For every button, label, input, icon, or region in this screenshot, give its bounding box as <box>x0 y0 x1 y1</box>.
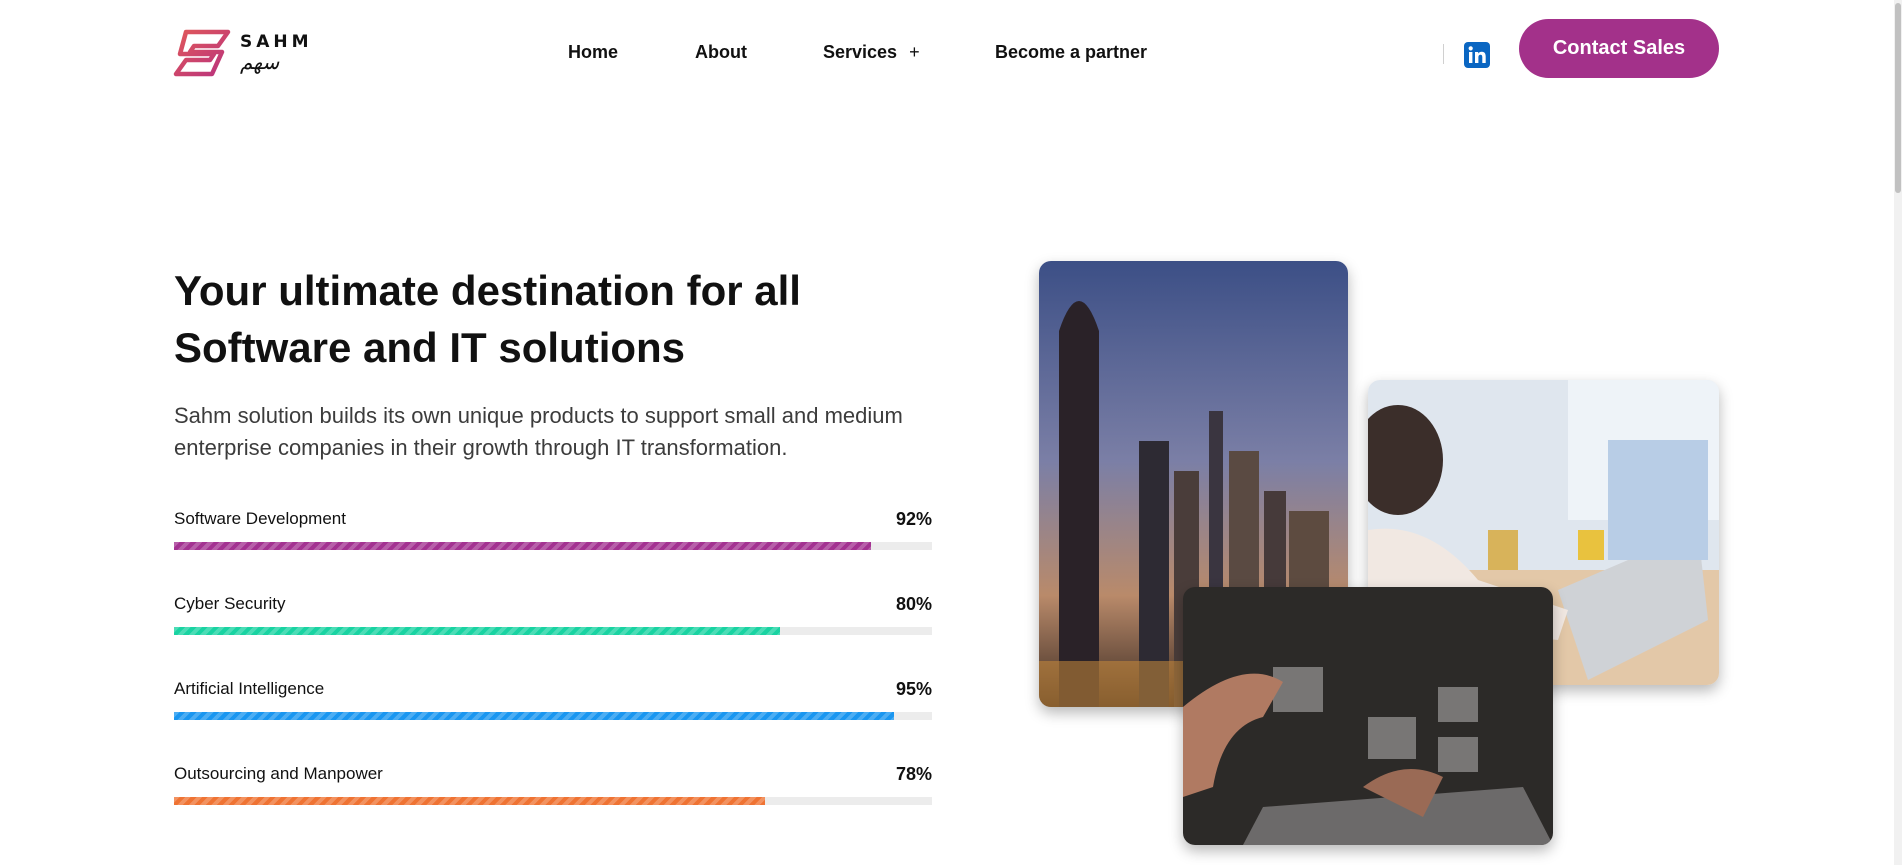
hero-title: Your ultimate destination for all Softwar… <box>174 262 894 376</box>
skill-outsourcing-manpower: Outsourcing and Manpower 78% <box>174 764 932 824</box>
progress-fill <box>174 797 766 805</box>
plus-icon: + <box>909 42 920 62</box>
page-scrollbar[interactable] <box>1894 0 1902 865</box>
progress-fill <box>174 542 872 550</box>
nav-services[interactable]: Services + <box>823 42 920 63</box>
skill-percent: 92% <box>895 509 932 529</box>
skill-label: Software Development <box>174 509 346 528</box>
progress-fill <box>174 712 895 720</box>
skill-cyber-security: Cyber Security 80% <box>174 594 932 654</box>
progress-track <box>174 797 932 805</box>
header-divider <box>1443 44 1444 64</box>
progress-track <box>174 712 932 720</box>
skill-label: Artificial Intelligence <box>174 679 325 698</box>
touchscreen-hand-image <box>1183 587 1553 845</box>
hero-title-line1: Your ultimate destination for all <box>174 267 801 314</box>
skill-percent: 80% <box>895 594 932 614</box>
nav-about[interactable]: About <box>695 42 747 63</box>
nav-services-label: Services <box>823 42 898 62</box>
progress-track <box>174 542 932 550</box>
nav-home[interactable]: Home <box>568 42 618 63</box>
skill-percent: 95% <box>895 679 932 699</box>
skill-software-development: Software Development 92% <box>174 509 932 569</box>
contact-sales-button[interactable]: Contact Sales <box>1519 19 1719 78</box>
skill-label: Cyber Security <box>174 594 286 613</box>
skill-artificial-intelligence: Artificial Intelligence 95% <box>174 679 932 739</box>
progress-track <box>174 627 932 635</box>
progress-fill <box>174 627 781 635</box>
scrollbar-thumb[interactable] <box>1895 3 1901 193</box>
hero-description: Sahm solution builds its own unique prod… <box>174 403 903 460</box>
nav-become-partner[interactable]: Become a partner <box>995 42 1147 63</box>
linkedin-icon[interactable] <box>1464 42 1490 68</box>
skill-label: Outsourcing and Manpower <box>174 764 383 783</box>
skill-percent: 78% <box>895 764 932 784</box>
hero-title-line2: Software and IT solutions <box>174 324 686 371</box>
